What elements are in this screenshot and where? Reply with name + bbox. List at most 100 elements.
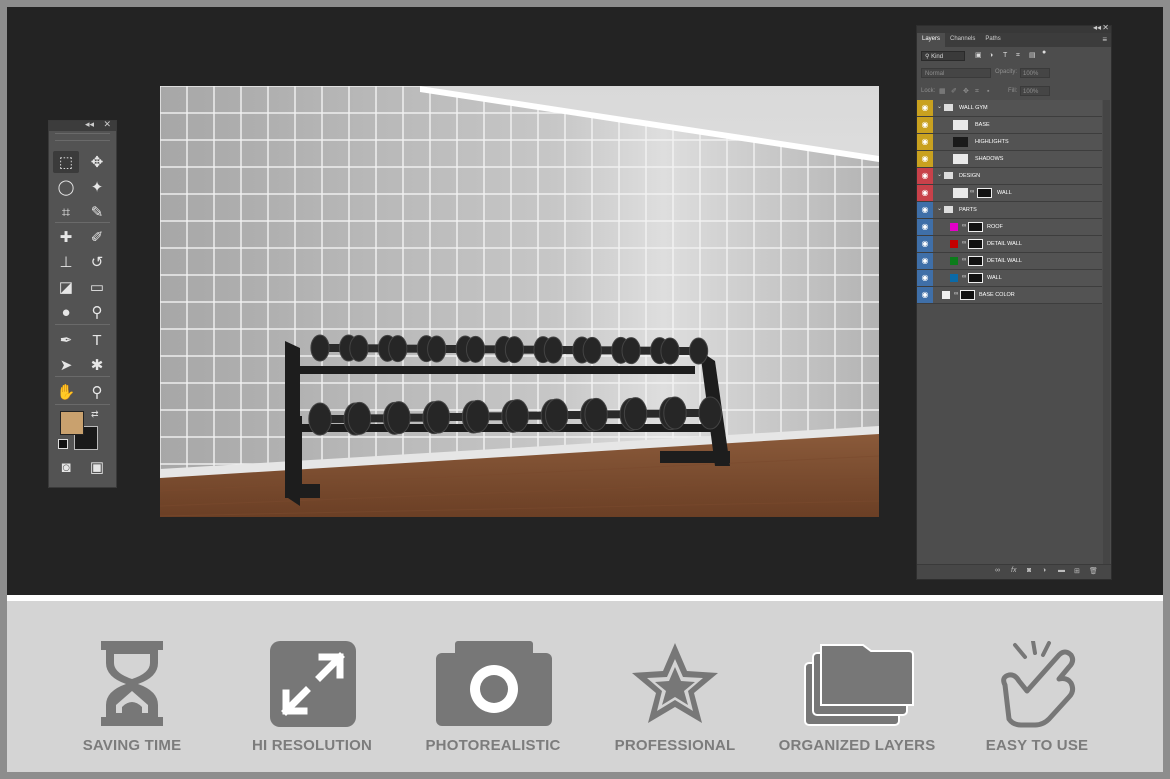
type-tool-icon[interactable]: T bbox=[84, 329, 110, 351]
blur-tool-icon[interactable]: ● bbox=[53, 301, 79, 323]
visibility-eye-icon[interactable]: ◉ bbox=[920, 171, 930, 181]
panel-menu-icon[interactable]: ≡ bbox=[1102, 35, 1107, 44]
visibility-eye-icon[interactable]: ◉ bbox=[920, 256, 930, 266]
marquee-tool-icon[interactable]: ⬚ bbox=[53, 151, 79, 173]
layer-row[interactable]: ◉ ⌄ WALL GYM bbox=[917, 100, 1102, 117]
hand-tool-icon[interactable]: ✋ bbox=[53, 381, 79, 403]
visibility-eye-icon[interactable]: ◉ bbox=[920, 120, 930, 130]
fill-color-swatch[interactable] bbox=[950, 240, 958, 248]
swap-colors-icon[interactable]: ⇄ bbox=[91, 409, 99, 420]
link-icon[interactable]: ∞ bbox=[962, 223, 966, 229]
blend-mode-select[interactable]: Normal bbox=[921, 68, 991, 78]
expand-group-icon[interactable]: ⌄ bbox=[937, 171, 942, 178]
lock-artboard-icon[interactable]: ⌗ bbox=[975, 88, 982, 95]
delete-layer-icon[interactable]: 🗑 bbox=[1089, 567, 1098, 575]
close-panel-icon[interactable]: ✕ bbox=[1102, 23, 1109, 32]
foreground-color-swatch[interactable] bbox=[60, 411, 84, 435]
lock-transparent-icon[interactable]: ▦ bbox=[939, 88, 946, 95]
fill-field[interactable]: 100% bbox=[1020, 86, 1050, 96]
path-selection-tool-icon[interactable]: ➤ bbox=[53, 354, 79, 376]
filter-kind-select[interactable]: ⚲ Kind bbox=[921, 51, 965, 61]
zoom-tool-icon[interactable]: ⚲ bbox=[84, 381, 110, 403]
filter-type-icon[interactable]: T bbox=[1003, 52, 1010, 59]
filter-smart-object-icon[interactable]: ▤ bbox=[1029, 52, 1036, 59]
filter-pixel-icon[interactable]: ▣ bbox=[975, 52, 982, 59]
screen-mode-icon[interactable]: ▣ bbox=[84, 456, 110, 478]
brush-tool-icon[interactable]: ✐ bbox=[84, 226, 110, 248]
visibility-eye-icon[interactable]: ◉ bbox=[920, 222, 930, 232]
tools-panel-titlebar[interactable]: ◂◂ ✕ bbox=[49, 119, 116, 131]
gradient-tool-icon[interactable]: ▭ bbox=[84, 276, 110, 298]
expand-group-icon[interactable]: ⌄ bbox=[937, 103, 942, 110]
tab-layers[interactable]: Layers bbox=[917, 33, 946, 47]
layer-row[interactable]: ◉ ∞ BASE COLOR bbox=[917, 287, 1102, 304]
blend-row: Normal Opacity: 100% bbox=[917, 65, 1111, 83]
tab-channels[interactable]: Channels bbox=[945, 33, 980, 47]
link-icon[interactable]: ∞ bbox=[954, 291, 958, 297]
collapse-panel-icon[interactable]: ◂◂ bbox=[85, 119, 94, 130]
fill-color-swatch[interactable] bbox=[942, 291, 950, 299]
close-panel-icon[interactable]: ✕ bbox=[103, 119, 111, 130]
visibility-eye-icon[interactable]: ◉ bbox=[920, 154, 930, 164]
move-tool-icon[interactable]: ✥ bbox=[84, 151, 110, 173]
visibility-eye-icon[interactable]: ◉ bbox=[920, 103, 930, 113]
fill-color-swatch[interactable] bbox=[950, 223, 958, 231]
eyedropper-tool-icon[interactable]: ✎ bbox=[84, 201, 110, 223]
layer-style-icon[interactable]: fx bbox=[1011, 567, 1016, 574]
visibility-eye-icon[interactable]: ◉ bbox=[920, 188, 930, 198]
layer-row[interactable]: ◉ BASE bbox=[917, 117, 1102, 134]
crop-tool-icon[interactable]: ⌗ bbox=[53, 201, 79, 223]
filter-shape-icon[interactable]: ⌗ bbox=[1016, 52, 1023, 59]
filter-adjustment-icon[interactable]: ◑ bbox=[989, 52, 996, 59]
link-icon[interactable]: ∞ bbox=[962, 274, 966, 280]
panel-grip[interactable] bbox=[55, 133, 110, 141]
layers-scrollbar[interactable] bbox=[1103, 100, 1110, 570]
layer-row[interactable]: ◉ ∞ DETAIL WALL bbox=[917, 236, 1102, 253]
dodge-tool-icon[interactable]: ⚲ bbox=[84, 301, 110, 323]
visibility-eye-icon[interactable]: ◉ bbox=[920, 205, 930, 215]
link-icon[interactable]: ∞ bbox=[970, 189, 974, 195]
tab-paths[interactable]: Paths bbox=[980, 33, 1005, 47]
visibility-eye-icon[interactable]: ◉ bbox=[920, 239, 930, 249]
fill-color-swatch[interactable] bbox=[950, 274, 958, 282]
layer-color-tag: ◉ bbox=[917, 117, 933, 133]
new-group-icon[interactable]: ▬ bbox=[1058, 567, 1065, 574]
link-icon[interactable]: ∞ bbox=[962, 240, 966, 246]
clone-stamp-tool-icon[interactable]: ⊥ bbox=[53, 251, 79, 273]
link-icon[interactable]: ∞ bbox=[962, 257, 966, 263]
layer-row[interactable]: ◉ ∞ ROOF bbox=[917, 219, 1102, 236]
expand-group-icon[interactable]: ⌄ bbox=[937, 205, 942, 212]
custom-shape-tool-icon[interactable]: ✱ bbox=[84, 354, 110, 376]
layer-row[interactable]: ◉ ∞ DETAIL WALL bbox=[917, 253, 1102, 270]
layer-row[interactable]: ◉ ⌄ DESIGN bbox=[917, 168, 1102, 185]
lock-all-icon[interactable]: ▪ bbox=[987, 88, 994, 95]
quick-mask-icon[interactable]: ◙ bbox=[53, 456, 79, 478]
collapse-panel-icon[interactable]: ◂◂ bbox=[1093, 23, 1101, 32]
fill-color-swatch[interactable] bbox=[950, 257, 958, 265]
pen-tool-icon[interactable]: ✒ bbox=[53, 329, 79, 351]
layers-panel-titlebar[interactable]: ◂◂ ✕ bbox=[917, 23, 1111, 33]
opacity-field[interactable]: 100% bbox=[1020, 68, 1050, 78]
lock-image-icon[interactable]: ✐ bbox=[951, 88, 958, 95]
layer-row[interactable]: ◉ ∞ WALL bbox=[917, 185, 1102, 202]
visibility-eye-icon[interactable]: ◉ bbox=[920, 273, 930, 283]
lasso-tool-icon[interactable]: ◯ bbox=[53, 176, 79, 198]
document-canvas[interactable] bbox=[160, 86, 879, 517]
history-brush-tool-icon[interactable]: ↺ bbox=[84, 251, 110, 273]
default-colors-icon[interactable] bbox=[58, 439, 68, 449]
add-mask-icon[interactable]: ◙ bbox=[1027, 567, 1031, 574]
layer-row[interactable]: ◉ ⌄ PARTS bbox=[917, 202, 1102, 219]
filter-toggle-icon[interactable]: ● bbox=[1042, 49, 1049, 56]
visibility-eye-icon[interactable]: ◉ bbox=[920, 137, 930, 147]
layer-row[interactable]: ◉ SHADOWS bbox=[917, 151, 1102, 168]
magic-wand-tool-icon[interactable]: ✦ bbox=[84, 176, 110, 198]
layer-row[interactable]: ◉ ∞ WALL bbox=[917, 270, 1102, 287]
visibility-eye-icon[interactable]: ◉ bbox=[920, 290, 930, 300]
lock-position-icon[interactable]: ✥ bbox=[963, 88, 970, 95]
eraser-tool-icon[interactable]: ◪ bbox=[53, 276, 79, 298]
healing-brush-tool-icon[interactable]: ✚ bbox=[53, 226, 79, 248]
layer-row[interactable]: ◉ HIGHLIGHTS bbox=[917, 134, 1102, 151]
link-layers-icon[interactable]: ∞ bbox=[995, 567, 1000, 574]
adjustment-layer-icon[interactable]: ◑ bbox=[1042, 567, 1046, 574]
new-layer-icon[interactable]: ⊞ bbox=[1074, 567, 1080, 575]
